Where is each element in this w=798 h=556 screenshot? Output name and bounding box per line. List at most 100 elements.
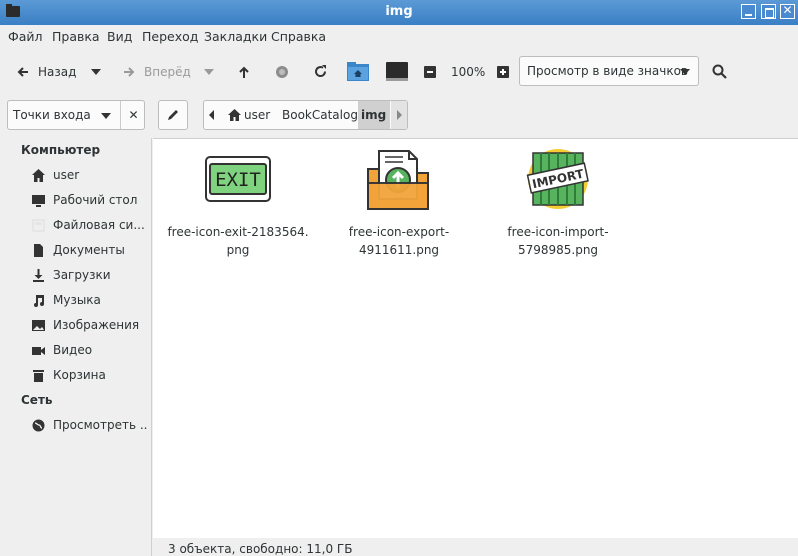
file-item[interactable]: IMPORT free-icon-import- 5798985.png [483,149,633,261]
back-label: Назад [38,65,77,79]
sidebar-item-label: Файловая си... [53,218,145,232]
file-name-line2: png [226,243,250,257]
up-arrow-icon[interactable] [237,65,251,79]
sidebar-header-computer: Компьютер [21,143,101,157]
terminal-icon[interactable] [386,62,408,81]
maximize-button[interactable] [761,4,776,19]
plus-icon-vertical [502,69,504,75]
sidebar-item-filesystem[interactable]: Файловая си... [30,215,150,237]
breadcrumb-bookcatalog-label: BookCatalog [282,108,358,122]
forward-button[interactable]: Вперёд [118,60,218,84]
chevron-right-icon [397,110,402,120]
stop-icon[interactable] [275,65,289,79]
file-name-line2: 5798985.png [517,243,599,257]
desktop-icon [32,195,45,207]
menu-file[interactable]: Файл [8,29,43,44]
sidebar: Компьютер user Рабочий стол Файловая си.… [0,138,152,556]
sidebar-item-label: user [53,168,80,182]
reload-icon[interactable] [313,64,328,79]
sidebar-item-documents[interactable]: Документы [30,240,150,262]
breadcrumb-img[interactable]: img [358,101,390,129]
file-item[interactable]: free-icon-export- 4911611.png [324,150,474,261]
sidebar-item-label: Загрузки [53,268,111,282]
places-label: Точки входа [13,108,91,122]
status-bar: 3 объекта, свободно: 11,0 ГБ [153,538,798,556]
file-name: free-icon-export- 4911611.png [324,223,474,259]
sidebar-item-label: Изображения [53,318,140,332]
sidebar-item-trash[interactable]: Корзина [30,365,150,387]
zoom-in-button[interactable] [497,66,509,78]
close-icon: ✕ [782,3,793,17]
window-title: img [385,4,413,19]
breadcrumb-img-label: img [361,108,387,122]
sidebar-item-label: Музыка [53,293,101,307]
arrow-right-icon [124,67,135,77]
edit-path-button[interactable] [158,100,188,130]
menu-edit[interactable]: Правка [52,29,100,44]
pencil-icon [168,110,178,120]
minimize-icon [745,14,752,16]
export-folder-icon [367,150,429,210]
import-box-icon: IMPORT [526,149,589,209]
video-icon [32,347,45,355]
file-name-line1: free-icon-import- [507,225,609,239]
sidebar-item-browse-network[interactable]: Просмотреть ... [30,415,150,437]
sidebar-item-music[interactable]: Музыка [30,290,150,312]
minus-icon [427,71,433,73]
sidebar-item-user[interactable]: user [30,165,150,187]
file-name: free-icon-exit-2183564. png [163,223,313,259]
sidebar-item-label: Просмотреть ... [53,418,148,432]
sidebar-item-label: Рабочий стол [53,193,138,207]
breadcrumb-scroll-left[interactable] [204,101,220,129]
file-item[interactable]: EXIT free-icon-exit-2183564. png [163,151,313,261]
menu-help[interactable]: Справка [271,29,326,44]
home-folder-icon[interactable] [347,62,369,81]
breadcrumb-user[interactable]: user [223,101,273,129]
documents-icon [34,244,43,257]
sidebar-item-pictures[interactable]: Изображения [30,315,150,337]
download-icon [33,269,44,282]
close-sidebar-button[interactable]: ✕ [120,101,146,129]
exit-sign-icon: EXIT [205,156,271,202]
file-name: free-icon-import- 5798985.png [483,223,633,259]
sidebar-item-videos[interactable]: Видео [30,340,150,362]
breadcrumb-scroll-right[interactable] [391,101,407,129]
maximize-icon [765,8,774,18]
svg-text:EXIT: EXIT [215,169,261,191]
chevron-down-icon [101,113,111,119]
sidebar-item-downloads[interactable]: Загрузки [30,265,150,287]
back-button[interactable]: Назад [12,60,110,84]
menu-view[interactable]: Вид [107,29,132,44]
pictures-icon [32,320,45,331]
window-titlebar[interactable]: img ✕ [0,0,798,25]
forward-history-dropdown[interactable] [204,69,214,75]
status-text: 3 объекта, свободно: 11,0 ГБ [168,542,353,556]
search-icon[interactable] [712,64,727,79]
breadcrumb-bookcatalog[interactable]: BookCatalog [278,101,358,129]
arrow-left-icon [17,67,28,77]
file-name-line1: free-icon-exit-2183564. [167,225,309,239]
music-icon [34,295,44,307]
menu-go[interactable]: Переход [142,29,198,44]
places-select[interactable]: Точки входа ✕ [7,100,145,130]
breadcrumb: user BookCatalog img [203,100,408,130]
back-history-dropdown[interactable] [91,69,101,75]
trash-icon [33,370,44,382]
sidebar-item-label: Корзина [53,368,106,382]
filesystem-icon [32,219,45,232]
file-name-line2: 4911611.png [358,243,440,257]
minimize-button[interactable] [741,4,756,19]
menu-bar: Файл Правка Вид Переход Закладки Справка [0,25,798,47]
menu-bookmarks[interactable]: Закладки [204,29,267,44]
forward-label: Вперёд [144,65,191,79]
breadcrumb-user-label: user [244,108,271,122]
view-mode-label: Просмотр в виде значков [527,64,688,78]
zoom-out-button[interactable] [424,66,436,78]
sidebar-item-desktop[interactable]: Рабочий стол [30,190,150,212]
globe-icon [32,419,45,432]
close-window-button[interactable]: ✕ [780,3,795,19]
file-view[interactable]: EXIT free-icon-exit-2183564. png free-ic… [153,138,798,539]
home-icon [228,109,241,121]
chevron-down-icon [680,69,690,75]
view-mode-select[interactable]: Просмотр в виде значков [519,56,699,86]
